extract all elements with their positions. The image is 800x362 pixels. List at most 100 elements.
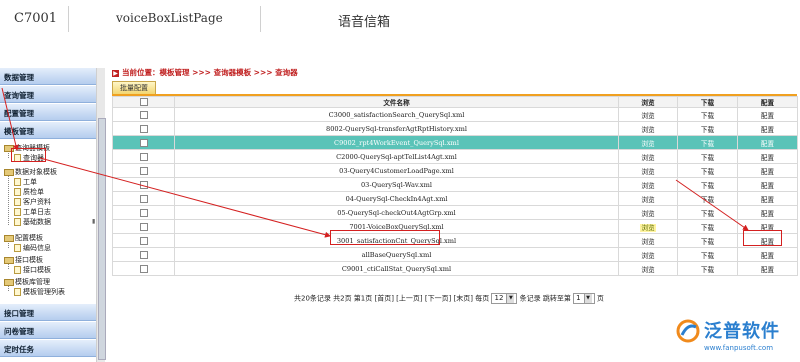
- config-link[interactable]: 配置: [761, 168, 774, 176]
- tree-node-data-object-template[interactable]: 数据对象模板: [4, 167, 57, 177]
- view-link[interactable]: 浏览: [641, 210, 654, 218]
- view-link[interactable]: 浏览: [640, 223, 656, 232]
- row-checkbox[interactable]: [139, 110, 148, 119]
- download-link[interactable]: 下载: [701, 210, 714, 218]
- col-header-view: 浏览: [618, 96, 678, 108]
- tree-node-template-lib[interactable]: 模板库管理: [4, 277, 50, 287]
- table-row[interactable]: 05-QuerySql-checkOut4AgtGrp.xml 浏览 下载 配置: [112, 205, 798, 220]
- row-checkbox[interactable]: [139, 208, 148, 217]
- view-link[interactable]: 浏览: [641, 154, 654, 162]
- sidebar-scrollbar[interactable]: [96, 68, 106, 362]
- sidebar-section-interface[interactable]: 接口管理: [0, 304, 96, 321]
- download-link[interactable]: 下载: [701, 224, 714, 232]
- view-link[interactable]: 浏览: [641, 112, 654, 120]
- config-link[interactable]: 配置: [761, 266, 774, 274]
- view-link[interactable]: 浏览: [641, 238, 654, 246]
- row-checkbox[interactable]: [139, 138, 148, 147]
- tree-node-order-log[interactable]: 工单日志: [14, 207, 51, 217]
- table-row[interactable]: 3001_satisfactionCnt_QuerySql.xml 浏览 下载 配置: [112, 233, 798, 248]
- row-checkbox[interactable]: [139, 166, 148, 175]
- view-link[interactable]: 浏览: [641, 168, 654, 176]
- view-link[interactable]: 浏览: [641, 196, 654, 204]
- tree-node-code-info[interactable]: 编码信息: [14, 243, 51, 253]
- view-link[interactable]: 浏览: [641, 182, 654, 190]
- view-link[interactable]: 浏览: [641, 252, 654, 260]
- tree-node-customer[interactable]: 客户资料: [14, 197, 51, 207]
- row-checkbox[interactable]: [139, 222, 148, 231]
- tree-node-template-list[interactable]: 模板管理列表: [14, 287, 65, 297]
- download-link[interactable]: 下载: [701, 112, 714, 120]
- download-link[interactable]: 下载: [701, 126, 714, 134]
- row-checkbox[interactable]: [139, 236, 148, 245]
- download-cell: 下载: [677, 121, 738, 136]
- view-cell: 浏览: [618, 219, 678, 234]
- row-checkbox-cell: [112, 177, 175, 192]
- row-checkbox[interactable]: [139, 264, 148, 273]
- view-link[interactable]: 浏览: [641, 266, 654, 274]
- folder-icon: [4, 256, 14, 264]
- per-page-select[interactable]: 12 ▼: [491, 293, 518, 304]
- view-cell: 浏览: [618, 177, 678, 192]
- download-link[interactable]: 下载: [701, 140, 714, 148]
- config-link[interactable]: 配置: [761, 252, 774, 260]
- file-name-cell: 03-QuerySql-Wav.xml: [174, 177, 619, 192]
- table-row[interactable]: C2000-QuerySql-aptTelList4Agt.xml 浏览 下载 配置: [112, 149, 798, 164]
- pager-summary: 共20条记录 共2页 第1页 [首页] [上一页] [下一页] [末页] 每页: [294, 294, 490, 303]
- tree-node-work-order[interactable]: 工单: [14, 177, 37, 187]
- download-link[interactable]: 下载: [701, 266, 714, 274]
- table-row[interactable]: 8002-QuerySql-transferAgtRptHistory.xml 浏…: [112, 121, 798, 136]
- download-link[interactable]: 下载: [701, 252, 714, 260]
- config-link[interactable]: 配置: [761, 126, 774, 134]
- sidebar-section-query[interactable]: 查询管理: [0, 86, 96, 103]
- row-checkbox-cell: [112, 135, 175, 150]
- row-checkbox[interactable]: [139, 194, 148, 203]
- table-row[interactable]: allBaseQuerySql.xml 浏览 下载 配置: [112, 247, 798, 262]
- view-link[interactable]: 浏览: [641, 140, 654, 148]
- scrollbar-thumb[interactable]: [98, 118, 106, 360]
- sidebar-section-template[interactable]: 模板管理: [0, 122, 96, 139]
- sidebar-section-timer[interactable]: 定时任务: [0, 340, 96, 357]
- config-link[interactable]: 配置: [761, 140, 774, 148]
- tree-node-base-data[interactable]: 基础数据: [14, 217, 51, 227]
- config-link[interactable]: 配置: [761, 182, 774, 190]
- config-link[interactable]: 配置: [761, 154, 774, 162]
- row-checkbox[interactable]: [139, 250, 148, 259]
- view-link[interactable]: 浏览: [641, 126, 654, 134]
- table-row[interactable]: 03-Query4CustomerLoadPage.xml 浏览 下载 配置: [112, 163, 798, 178]
- table-row[interactable]: 7001-VoiceBoxQuerySql.xml 浏览 下载 配置: [112, 219, 798, 234]
- table-row[interactable]: 04-QuerySql-CheckIn4Agt.xml 浏览 下载 配置: [112, 191, 798, 206]
- config-link[interactable]: 配置: [761, 196, 774, 204]
- config-cell: 配置: [737, 107, 798, 122]
- row-checkbox[interactable]: [139, 124, 148, 133]
- config-link[interactable]: 配置: [761, 112, 774, 120]
- table-header-row: 文件名称 浏览 下载 配置: [112, 96, 798, 108]
- download-link[interactable]: 下载: [701, 196, 714, 204]
- row-checkbox[interactable]: [139, 152, 148, 161]
- collapse-handle-icon[interactable]: ▮: [92, 218, 95, 225]
- sidebar-section-config[interactable]: 配置管理: [0, 104, 96, 121]
- goto-page-select[interactable]: 1 ▼: [573, 293, 595, 304]
- view-cell: 浏览: [618, 205, 678, 220]
- sidebar-section-data[interactable]: 数据管理: [0, 68, 96, 85]
- download-link[interactable]: 下载: [701, 182, 714, 190]
- tree-node-interface[interactable]: 接口模板: [14, 265, 51, 275]
- config-link[interactable]: 配置: [761, 210, 774, 218]
- tab-batch-config[interactable]: 批量配置: [112, 81, 156, 95]
- tree-node-config-template[interactable]: 配置模板: [4, 233, 43, 243]
- sidebar-section-survey[interactable]: 问卷管理: [0, 322, 96, 339]
- table-row[interactable]: 03-QuerySql-Wav.xml 浏览 下载 配置: [112, 177, 798, 192]
- row-checkbox[interactable]: [139, 180, 148, 189]
- table-row[interactable]: C9001_ctiCallStat_QuerySql.xml 浏览 下载 配置: [112, 261, 798, 276]
- view-cell: 浏览: [618, 121, 678, 136]
- config-cell: 配置: [737, 163, 798, 178]
- tree-node-interface-template[interactable]: 接口模板: [4, 255, 43, 265]
- tree-node-qc-sheet[interactable]: 质检单: [14, 187, 44, 197]
- download-link[interactable]: 下载: [701, 238, 714, 246]
- select-all-checkbox[interactable]: [139, 98, 148, 106]
- download-link[interactable]: 下载: [701, 168, 714, 176]
- table-row[interactable]: C9002_rpt4WorkEvent_QuerySql.xml 浏览 下载 配置: [112, 135, 798, 150]
- brand-mark-icon: [676, 319, 700, 343]
- table-row[interactable]: C3000_satisfactionSearch_QuerySql.xml 浏览 下…: [112, 107, 798, 122]
- row-checkbox-cell: [112, 247, 175, 262]
- download-link[interactable]: 下载: [701, 154, 714, 162]
